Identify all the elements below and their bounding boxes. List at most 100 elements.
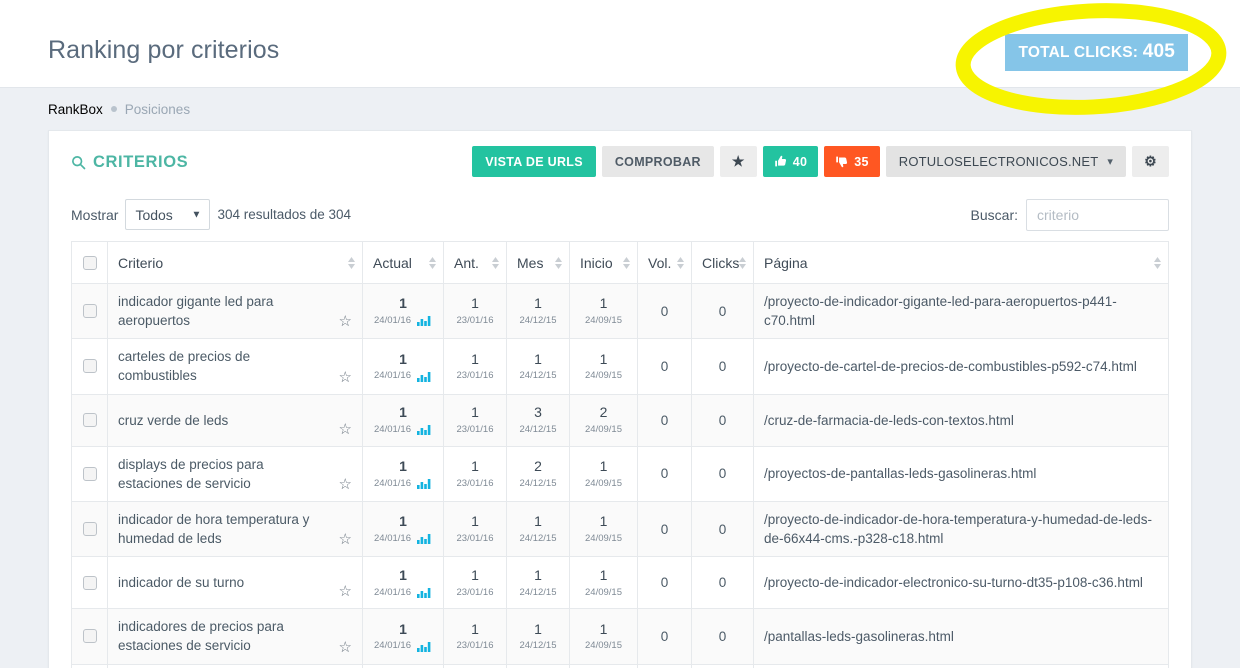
sparkline-chart-icon[interactable] — [417, 587, 432, 598]
settings-button[interactable]: ⚙ — [1132, 146, 1169, 177]
column-header-clicks[interactable]: Clicks — [692, 242, 754, 284]
ant-cell-value: 1 — [454, 295, 496, 313]
table-row[interactable]: cruz verde de leds☆124/01/16123/01/16324… — [72, 394, 1169, 446]
column-header-criterio[interactable]: Criterio — [108, 242, 363, 284]
column-label-ant: Ant. — [454, 255, 479, 271]
favorite-star-icon[interactable]: ☆ — [339, 370, 352, 385]
favorite-star-icon[interactable]: ☆ — [339, 477, 352, 492]
column-header-actual[interactable]: Actual — [363, 242, 444, 284]
actual-cell-date: 24/01/16 — [374, 315, 411, 327]
row-select-cell — [72, 284, 108, 339]
ant-cell-value: 1 — [454, 567, 496, 585]
breadcrumb-root[interactable]: RankBox — [48, 102, 103, 117]
select-all-checkbox[interactable] — [83, 256, 97, 270]
ant-cell-date: 23/01/16 — [457, 370, 494, 382]
table-row[interactable]: indicador de su turno☆124/01/16123/01/16… — [72, 557, 1169, 609]
actual-cell-date: 24/01/16 — [374, 424, 411, 436]
favorite-star-button[interactable]: ★ — [720, 146, 757, 177]
inicio-cell-date: 24/09/15 — [585, 478, 622, 490]
total-clicks-label: TOTAL CLICKS: — [1018, 44, 1138, 61]
ant-cell-date: 23/01/16 — [457, 315, 494, 327]
actual-cell-date-row: 24/01/16 — [373, 370, 433, 382]
criterio-text: indicador de su turno — [118, 575, 244, 590]
criterio-text: cruz verde de leds — [118, 413, 228, 428]
row-checkbox[interactable] — [83, 467, 97, 481]
toolbar-button-group: VISTA DE URLS COMPROBAR ★ 40 35 ROTULOSE… — [472, 146, 1169, 177]
comprobar-button[interactable]: COMPROBAR — [602, 146, 714, 177]
clicks-cell: 0 — [692, 394, 754, 446]
vista-de-urls-button[interactable]: VISTA DE URLS — [472, 146, 596, 177]
ant-cell: 1 23/01/16 — [444, 284, 507, 339]
sparkline-chart-icon[interactable] — [417, 533, 432, 544]
row-checkbox[interactable] — [83, 629, 97, 643]
ant-cell: 123/01/16 — [444, 339, 507, 394]
favorite-star-icon[interactable]: ☆ — [339, 422, 352, 437]
pagina-cell[interactable]: /proyecto-de-indicador-de-hora-temperatu… — [754, 501, 1169, 556]
table-row[interactable]: indicador gigante led para aeropuertos ☆ 1… — [72, 284, 1169, 339]
criterio-text: indicador gigante led para aeropuertos — [118, 294, 273, 328]
domain-selector-dropdown[interactable]: ROTULOSELECTRONICOS.NET ▾ — [886, 146, 1126, 177]
row-checkbox[interactable] — [83, 522, 97, 536]
favorite-star-icon[interactable]: ☆ — [339, 532, 352, 547]
column-label-criterio: Criterio — [118, 255, 163, 271]
search-input[interactable] — [1026, 199, 1169, 231]
column-header-ant[interactable]: Ant. — [444, 242, 507, 284]
table-row[interactable]: indicador de hora temperatura y humedad … — [72, 501, 1169, 556]
pagina-cell[interactable]: /cruz-de-farmacia-de-leds-con-textos.htm… — [754, 394, 1169, 446]
table-header-row: Criterio Actual Ant. — [72, 242, 1169, 284]
row-checkbox[interactable] — [83, 359, 97, 373]
row-select-cell — [72, 609, 108, 664]
actual-cell: 124/01/16 — [363, 284, 444, 339]
column-header-inicio[interactable]: Inicio — [570, 242, 638, 284]
ant-cell-date-row: 23/01/16 — [454, 640, 496, 652]
ant-cell-date-row: 23/01/16 — [454, 315, 496, 327]
sparkline-chart-icon[interactable] — [417, 371, 432, 382]
column-header-mes[interactable]: Mes — [507, 242, 570, 284]
sparkline-chart-icon[interactable] — [417, 478, 432, 489]
sparkline-chart-icon[interactable] — [417, 641, 432, 652]
criterio-text: indicadores de precios para estaciones d… — [118, 619, 284, 653]
show-entries-label: Mostrar — [71, 207, 118, 223]
pagina-cell[interactable]: /proyecto-de-indicador-gigante-led-para-… — [754, 284, 1169, 339]
star-icon: ★ — [732, 153, 745, 170]
pagina-cell[interactable]: /proyecto-de-indicador-electronico-su-tu… — [754, 557, 1169, 609]
sort-arrows-icon — [739, 257, 746, 269]
mes-cell-date: 24/12/15 — [520, 533, 557, 545]
chevron-down-icon: ▾ — [1107, 155, 1113, 168]
mes-cell-value: 1 — [517, 621, 559, 639]
table-row[interactable]: carteles de precios de combustibles☆124/… — [72, 339, 1169, 394]
row-checkbox[interactable] — [83, 413, 97, 427]
favorite-star-icon[interactable]: ☆ — [339, 584, 352, 599]
favorite-star-icon[interactable]: ☆ — [339, 640, 352, 655]
actual-cell-value: 1 — [373, 404, 433, 422]
mes-cell-date-row: 24/12/15 — [517, 315, 559, 327]
pagina-cell[interactable]: /proyectos-de-pantallas-leds-gasolineras… — [754, 446, 1169, 501]
thumbs-up-button[interactable]: 40 — [763, 146, 819, 177]
inicio-cell: 124/09/15 — [570, 446, 638, 501]
row-checkbox[interactable] — [83, 304, 97, 318]
actual-cell-date-row: 24/01/16 — [373, 315, 433, 327]
ant-cell-date: 23/01/16 — [457, 533, 494, 545]
pagina-cell[interactable]: /proyecto-de-cartel-de-precios-de-combus… — [754, 339, 1169, 394]
ant-cell-date: 23/01/16 — [457, 424, 494, 436]
thumbs-up-count: 40 — [793, 155, 808, 169]
mes-cell-date: 24/12/15 — [520, 315, 557, 327]
column-header-pagina[interactable]: Página — [754, 242, 1169, 284]
sparkline-chart-icon[interactable] — [417, 315, 432, 326]
sort-arrows-icon — [429, 257, 436, 269]
page-title: Ranking por criterios — [48, 36, 279, 65]
table-row-partial[interactable] — [72, 664, 1169, 668]
actual-cell: 124/01/16 — [363, 609, 444, 664]
card-toolbar: CRITERIOS VISTA DE URLS COMPROBAR ★ 40 3… — [49, 131, 1191, 195]
column-header-vol[interactable]: Vol. — [638, 242, 692, 284]
pagina-cell[interactable]: /pantallas-leds-gasolineras.html — [754, 609, 1169, 664]
table-row[interactable]: indicadores de precios para estaciones d… — [72, 609, 1169, 664]
show-entries-select[interactable]: Todos ▼ — [125, 199, 210, 230]
actual-cell-date-row: 24/01/16 — [373, 640, 433, 652]
thumbs-down-button[interactable]: 35 — [824, 146, 880, 177]
actual-cell-date: 24/01/16 — [374, 478, 411, 490]
row-checkbox[interactable] — [83, 576, 97, 590]
table-row[interactable]: displays de precios para estaciones de s… — [72, 446, 1169, 501]
sparkline-chart-icon[interactable] — [417, 424, 432, 435]
favorite-star-icon[interactable]: ☆ — [339, 314, 352, 329]
